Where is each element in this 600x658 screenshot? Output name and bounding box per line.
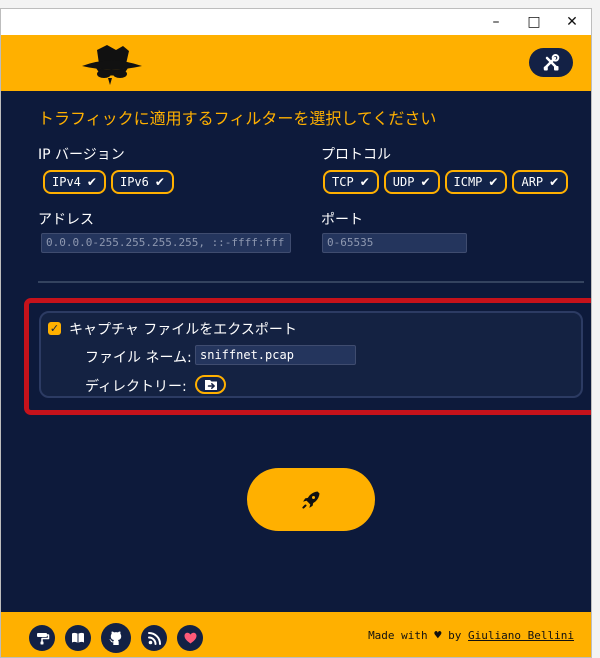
sponsor-button[interactable] <box>177 625 203 651</box>
news-feed-button[interactable] <box>141 625 167 651</box>
screen: – □ ✕ トラフィックに適用するフィルターを選択してください IP バージョン… <box>0 0 600 658</box>
udp-chip-label: UDP <box>392 175 415 189</box>
check-icon: ✔ <box>86 175 97 189</box>
protocol-label: プロトコル <box>321 147 391 163</box>
minimize-button[interactable]: – <box>477 9 515 35</box>
by-label: by <box>448 629 462 642</box>
udp-filter-chip[interactable]: UDP ✔ <box>383 170 440 194</box>
port-filter-input[interactable]: 0-65535 <box>322 233 467 253</box>
export-checkbox[interactable]: ✓ <box>48 322 61 335</box>
spy-hat-icon <box>79 43 145 87</box>
footer-icon-group <box>29 623 203 653</box>
port-label: ポート <box>321 212 363 228</box>
check-icon: ✔ <box>154 175 165 189</box>
settings-button[interactable] <box>529 48 573 77</box>
made-with-label: Made with <box>368 629 428 642</box>
check-icon: ✔ <box>488 175 499 189</box>
directory-picker-button[interactable] <box>195 375 226 394</box>
github-icon <box>109 631 122 645</box>
export-checkbox-label: キャプチャ ファイルをエクスポート <box>69 322 297 338</box>
author-link[interactable]: Giuliano Bellini <box>468 629 574 642</box>
title-bar: – □ ✕ <box>1 9 591 35</box>
folder-export-icon <box>204 379 217 390</box>
sniffnet-window: – □ ✕ トラフィックに適用するフィルターを選択してください IP バージョン… <box>0 8 592 658</box>
start-capture-button[interactable] <box>247 468 375 531</box>
ipv6-chip-label: IPv6 <box>119 175 149 189</box>
credits-text: Made with ♥ by Giuliano Bellini <box>368 628 574 642</box>
check-icon: ✔ <box>420 175 431 189</box>
tcp-filter-chip[interactable]: TCP ✔ <box>323 170 379 194</box>
ipv4-filter-chip[interactable]: IPv4 ✔ <box>43 170 106 194</box>
wrench-screwdriver-icon <box>543 53 560 70</box>
theme-button[interactable] <box>29 625 55 651</box>
file-name-label: ファイル ネーム: <box>85 350 192 366</box>
ip-version-label: IP バージョン <box>38 147 125 163</box>
app-header <box>1 35 591 91</box>
ip-version-options: IPv4 ✔ IPv6 ✔ <box>43 170 174 194</box>
rocket-icon <box>302 491 320 509</box>
heart-glyph: ♥ <box>434 628 442 642</box>
filters-heading: トラフィックに適用するフィルターを選択してください <box>38 109 437 128</box>
arp-chip-label: ARP <box>521 175 544 189</box>
address-filter-input[interactable]: 0.0.0.0-255.255.255.255, ::-ffff:fff <box>41 233 291 253</box>
documentation-button[interactable] <box>65 625 91 651</box>
export-settings-panel: ✓ キャプチャ ファイルをエクスポート ファイル ネーム: sniffnet.p… <box>39 311 583 398</box>
address-label: アドレス <box>38 212 94 228</box>
arp-filter-chip[interactable]: ARP ✔ <box>512 170 569 194</box>
window-controls: – □ ✕ <box>477 9 591 35</box>
icmp-chip-label: ICMP <box>453 175 483 189</box>
app-footer: Made with ♥ by Giuliano Bellini <box>1 612 591 657</box>
section-divider <box>38 281 584 283</box>
directory-label: ディレクトリー: <box>85 379 187 395</box>
maximize-button[interactable]: □ <box>515 9 553 35</box>
book-icon <box>72 632 84 643</box>
ipv6-filter-chip[interactable]: IPv6 ✔ <box>110 170 174 194</box>
icmp-filter-chip[interactable]: ICMP ✔ <box>444 170 508 194</box>
close-button[interactable]: ✕ <box>553 9 591 35</box>
paint-roller-icon <box>36 632 49 644</box>
check-icon: ✔ <box>549 175 560 189</box>
main-panel: トラフィックに適用するフィルターを選択してください IP バージョン IPv4 … <box>1 91 591 612</box>
rss-icon <box>147 631 161 645</box>
check-icon: ✔ <box>359 175 370 189</box>
github-button[interactable] <box>101 623 131 653</box>
protocol-options: TCP ✔ UDP ✔ ICMP ✔ ARP ✔ <box>323 170 569 194</box>
file-name-input[interactable]: sniffnet.pcap <box>195 345 356 365</box>
ipv4-chip-label: IPv4 <box>52 175 81 189</box>
tcp-chip-label: TCP <box>332 175 354 189</box>
heart-icon <box>184 632 196 644</box>
